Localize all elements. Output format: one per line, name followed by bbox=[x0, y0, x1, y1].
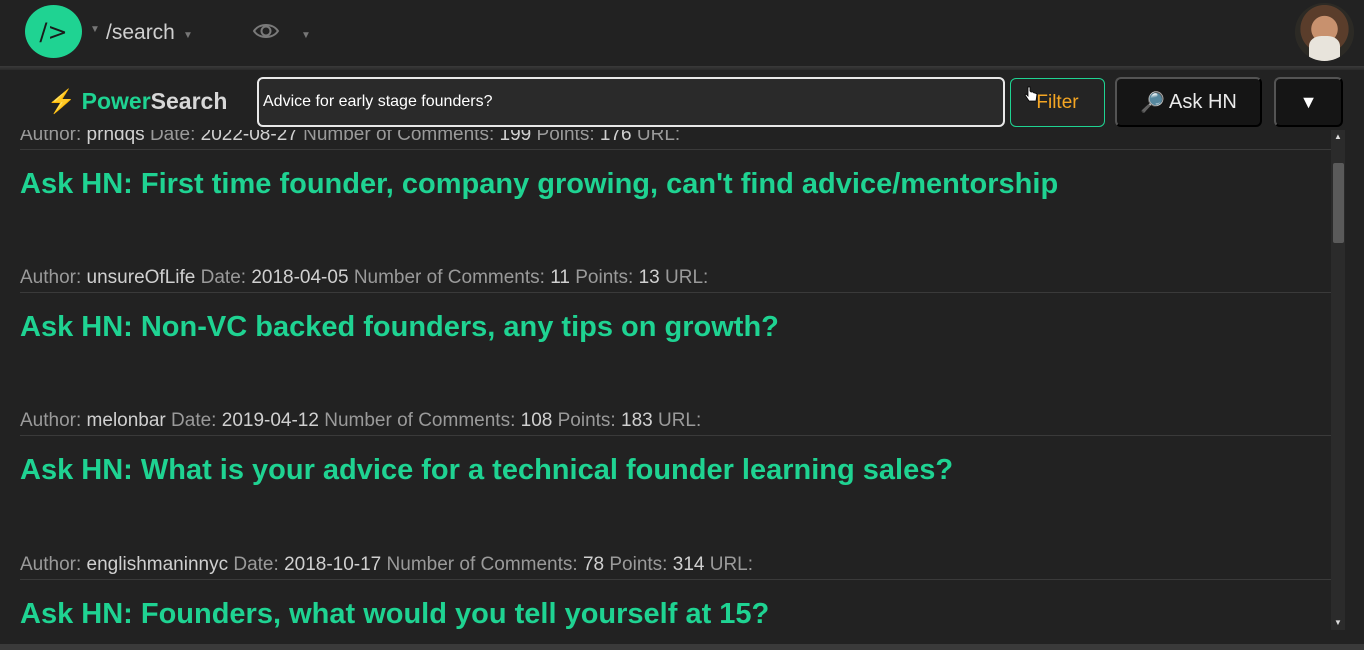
url-label: URL: bbox=[709, 554, 754, 575]
results-scrollbar[interactable]: ▲ ▼ bbox=[1331, 130, 1345, 630]
author-label: Author: bbox=[20, 554, 82, 575]
logo-text: /> bbox=[39, 17, 68, 46]
result-meta: Author: unsureOfLife Date: 2018-04-05 Nu… bbox=[20, 267, 1331, 293]
date-value: 2018-10-17 bbox=[284, 554, 382, 575]
result-title[interactable]: Ask HN: First time founder, company grow… bbox=[20, 168, 1331, 201]
ask-hn-button[interactable]: 🔎 Ask HN bbox=[1115, 77, 1262, 127]
author-value[interactable]: unsureOfLife bbox=[87, 267, 196, 288]
bottom-bar bbox=[0, 644, 1364, 650]
options-dropdown-button[interactable]: ▼ bbox=[1274, 77, 1343, 127]
eye-icon[interactable] bbox=[252, 20, 280, 42]
points-value: 314 bbox=[672, 554, 705, 575]
result-title[interactable]: Ask HN: Founders, what would you tell yo… bbox=[20, 598, 1331, 630]
points-label: Points: bbox=[557, 410, 616, 431]
points-value: 176 bbox=[599, 130, 632, 145]
bolt-icon: ⚡ bbox=[47, 88, 76, 114]
author-value[interactable]: prndqs bbox=[87, 130, 145, 145]
date-value: 2018-04-05 bbox=[251, 267, 349, 288]
scroll-down-arrow-icon[interactable]: ▼ bbox=[1331, 616, 1345, 630]
points-label: Points: bbox=[536, 130, 595, 145]
result-meta: Author: englishmaninnyc Date: 2018-10-17… bbox=[20, 554, 1331, 580]
date-label: Date: bbox=[171, 410, 217, 431]
result-title[interactable]: Ask HN: Non-VC backed founders, any tips… bbox=[20, 311, 1331, 344]
points-label: Points: bbox=[575, 267, 634, 288]
visibility-chevron-down-icon[interactable]: ▼ bbox=[301, 30, 311, 41]
scroll-up-arrow-icon[interactable]: ▲ bbox=[1331, 130, 1345, 144]
author-label: Author: bbox=[20, 267, 82, 288]
date-value: 2019-04-12 bbox=[221, 410, 319, 431]
logo-chevron-down-icon[interactable]: ▼ bbox=[90, 24, 100, 35]
path-chevron-down-icon[interactable]: ▼ bbox=[183, 30, 193, 41]
brand-power: Power bbox=[81, 88, 151, 114]
app-logo[interactable]: /> bbox=[25, 5, 82, 58]
result-meta: Author: melonbar Date: 2019-04-12 Number… bbox=[20, 410, 1331, 436]
date-label: Date: bbox=[200, 267, 247, 288]
user-avatar[interactable] bbox=[1295, 3, 1354, 61]
results-list: Author: prndqs Date: 2022-08-27 Number o… bbox=[0, 130, 1331, 630]
top-bar: /> ▼ /search ▼ ▼ bbox=[0, 0, 1364, 66]
comments-value[interactable]: 11 bbox=[550, 267, 570, 288]
scroll-thumb[interactable] bbox=[1333, 163, 1344, 243]
points-value: 13 bbox=[638, 267, 660, 288]
comments-value[interactable]: 199 bbox=[500, 130, 532, 145]
url-label: URL: bbox=[657, 410, 702, 431]
date-label: Date: bbox=[233, 554, 279, 575]
result-meta: Author: prndqs Date: 2022-08-27 Number o… bbox=[20, 130, 1331, 150]
comments-value[interactable]: 108 bbox=[521, 410, 553, 431]
search-bar: ⚡PowerSearch Filter 🔎 Ask HN ▼ bbox=[0, 70, 1364, 130]
points-label: Points: bbox=[609, 554, 668, 575]
comments-label: Number of Comments: bbox=[324, 410, 516, 431]
magnifier-icon: 🔎 bbox=[1140, 91, 1166, 114]
powersearch-brand: ⚡ PowerSearch bbox=[47, 88, 227, 115]
url-label: URL: bbox=[665, 267, 709, 288]
author-label: Author: bbox=[20, 410, 82, 431]
url-label: URL: bbox=[636, 130, 681, 145]
author-label: Author: bbox=[20, 130, 82, 145]
current-path[interactable]: /search bbox=[106, 21, 175, 45]
author-value[interactable]: englishmaninnyc bbox=[87, 554, 229, 575]
hand-cursor-icon bbox=[1024, 86, 1038, 102]
date-value: 2022-08-27 bbox=[200, 130, 298, 145]
result-item: Author: prndqs Date: 2022-08-27 Number o… bbox=[20, 130, 1331, 201]
comments-label: Number of Comments: bbox=[303, 130, 495, 145]
caret-down-icon: ▼ bbox=[1299, 91, 1318, 112]
result-item: Author: unsureOfLife Date: 2018-04-05 Nu… bbox=[20, 267, 1331, 344]
comments-label: Number of Comments: bbox=[353, 267, 545, 288]
ask-hn-label: Ask HN bbox=[1169, 90, 1237, 113]
comments-value[interactable]: 78 bbox=[583, 554, 604, 575]
points-value: 183 bbox=[621, 410, 653, 431]
result-item: Author: englishmaninnyc Date: 2018-10-17… bbox=[20, 554, 1331, 630]
result-item: Author: melonbar Date: 2019-04-12 Number… bbox=[20, 410, 1331, 487]
author-value[interactable]: melonbar bbox=[87, 410, 166, 431]
brand-search: Search bbox=[150, 88, 228, 114]
result-title[interactable]: Ask HN: What is your advice for a techni… bbox=[20, 454, 1331, 487]
date-label: Date: bbox=[149, 130, 196, 145]
comments-label: Number of Comments: bbox=[386, 554, 578, 575]
search-input[interactable] bbox=[257, 77, 1005, 127]
